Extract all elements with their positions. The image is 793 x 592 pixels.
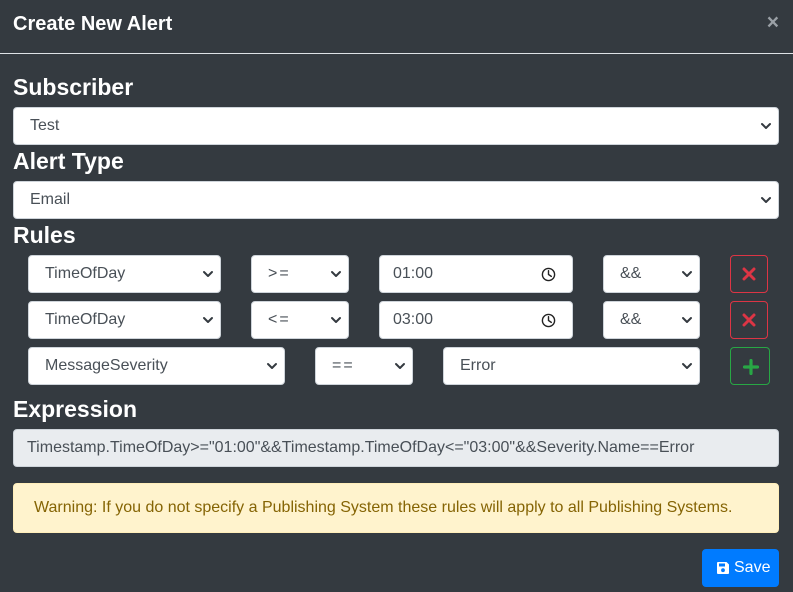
rule-time-input[interactable]: 03:00 [379, 301, 573, 339]
modal-header: Create New Alert × [0, 0, 793, 54]
save-button[interactable]: Save [702, 549, 779, 587]
remove-rule-button[interactable] [730, 301, 768, 339]
expression-field: Timestamp.TimeOfDay>="01:00"&&Timestamp.… [13, 429, 779, 467]
rules-label: Rules [13, 222, 76, 248]
rule-joiner-value: && [620, 265, 642, 282]
alert-type-label: Alert Type [13, 148, 124, 174]
close-icon[interactable]: × [767, 12, 779, 34]
rule-field-value: TimeOfDay [45, 265, 126, 282]
chevron-down-icon [203, 271, 213, 277]
rule-operator-select[interactable]: >= [251, 255, 349, 293]
rule-operator-value: == [332, 357, 355, 374]
alert-type-value: Email [30, 191, 71, 208]
add-rule-button[interactable] [730, 347, 770, 385]
subscriber-label: Subscriber [13, 74, 134, 100]
rule-field-select[interactable]: MessageSeverity [28, 347, 285, 385]
rule-time-value: 01:00 [393, 265, 434, 282]
subscriber-value: Test [30, 117, 60, 134]
rule-value-value: Error [460, 357, 496, 374]
times-icon [742, 313, 756, 327]
save-button-label: Save [734, 559, 771, 576]
expression-label: Expression [13, 396, 137, 422]
rule-joiner-select[interactable]: && [603, 255, 700, 293]
remove-rule-button[interactable] [730, 255, 768, 293]
alert-type-select[interactable]: Email [13, 181, 779, 219]
chevron-down-icon [203, 317, 213, 323]
chevron-down-icon [331, 317, 341, 323]
subscriber-select[interactable]: Test [13, 107, 779, 145]
modal-title: Create New Alert [13, 13, 173, 35]
plus-icon [743, 359, 759, 375]
rule-time-input[interactable]: 01:00 [379, 255, 573, 293]
rule-time-value: 03:00 [393, 311, 434, 328]
chevron-down-icon [331, 271, 341, 277]
rule-operator-select[interactable]: == [315, 347, 413, 385]
warning-alert: Warning: If you do not specify a Publish… [13, 483, 779, 533]
rule-joiner-select[interactable]: && [603, 301, 700, 339]
rule-field-select[interactable]: TimeOfDay [28, 255, 221, 293]
times-icon [742, 267, 756, 281]
rule-operator-select[interactable]: <= [251, 301, 349, 339]
rule-field-select[interactable]: TimeOfDay [28, 301, 221, 339]
chevron-down-icon [761, 123, 771, 129]
rule-operator-value: <= [268, 311, 291, 328]
clock-icon[interactable] [541, 267, 556, 282]
chevron-down-icon [682, 271, 692, 277]
chevron-down-icon [761, 197, 771, 203]
chevron-down-icon [267, 363, 277, 369]
chevron-down-icon [682, 363, 692, 369]
chevron-down-icon [682, 317, 692, 323]
rule-field-value: TimeOfDay [45, 311, 126, 328]
chevron-down-icon [395, 363, 405, 369]
rule-field-value: MessageSeverity [45, 357, 168, 374]
rule-value-select[interactable]: Error [443, 347, 700, 385]
clock-icon[interactable] [541, 313, 556, 328]
rule-operator-value: >= [268, 265, 291, 282]
rule-joiner-value: && [620, 311, 642, 328]
floppy-disk-icon [717, 562, 729, 574]
